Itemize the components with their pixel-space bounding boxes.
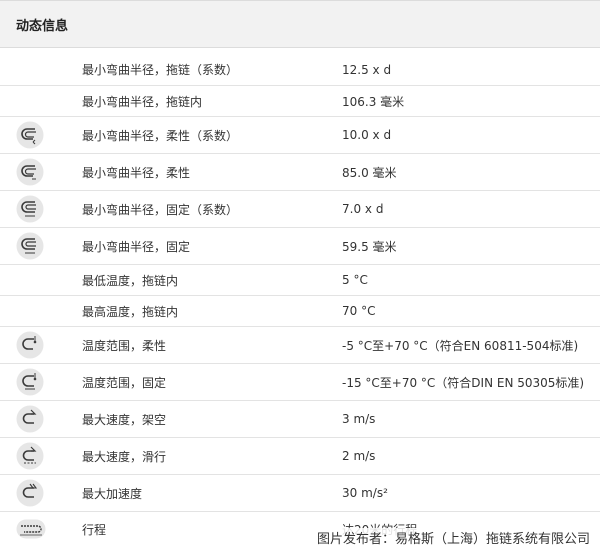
spec-label: 最小弯曲半径，固定 xyxy=(82,239,191,254)
spec-table: 最小弯曲半径，拖链（系数） 12.5 x d 最小弯曲半径，拖链内 106.3 … xyxy=(0,54,600,546)
temperature-flexible-icon xyxy=(16,331,44,359)
spec-row-min-bend-flexible: 最小弯曲半径，柔性 85.0 毫米 xyxy=(0,154,600,191)
dynamic-info-panel: 动态信息 最小弯曲半径，拖链（系数） 12.5 x d 最小弯曲半径，拖链内 1… xyxy=(0,0,600,553)
spec-label: 最小弯曲半径，柔性（系数） xyxy=(82,128,239,143)
spec-row-min-bend-flexible-factor: 最小弯曲半径，柔性（系数） 10.0 x d xyxy=(0,117,600,154)
spec-label: 最大速度，架空 xyxy=(82,412,167,427)
spec-row-min-bend-chain: 最小弯曲半径，拖链内 106.3 毫米 xyxy=(0,86,600,117)
spec-row-min-bend-fixed: 最小弯曲半径，固定 59.5 毫米 xyxy=(0,228,600,265)
section-title: 动态信息 xyxy=(16,18,69,34)
spec-row-max-temp-chain: 最高温度，拖链内 70 °C xyxy=(0,296,600,327)
speed-unsupported-icon xyxy=(16,405,44,433)
spec-label: 最小弯曲半径，拖链内 xyxy=(82,94,203,109)
spec-label: 最小弯曲半径，柔性 xyxy=(82,165,191,180)
publisher-watermark: 图片发布者：易格斯（上海）拖链系统有限公司 xyxy=(314,528,592,547)
spec-row-max-speed-unsupported: 最大速度，架空 3 m/s xyxy=(0,401,600,438)
spec-value: 7.0 x d xyxy=(342,202,384,216)
spec-row-max-acceleration: 最大加速度 30 m/s² xyxy=(0,475,600,512)
acceleration-icon xyxy=(16,479,44,507)
bend-radius-flexible-icon xyxy=(16,158,44,186)
speed-gliding-icon xyxy=(16,442,44,470)
spec-label: 最低温度，拖链内 xyxy=(82,273,179,288)
travel-distance-icon xyxy=(16,519,46,539)
spec-value: 2 m/s xyxy=(342,449,376,463)
spec-value: 5 °C xyxy=(342,273,368,287)
spec-row-min-temp-chain: 最低温度，拖链内 5 °C xyxy=(0,265,600,296)
spec-label: 最小弯曲半径，固定（系数） xyxy=(82,202,239,217)
spec-row-min-bend-fixed-factor: 最小弯曲半径，固定（系数） 7.0 x d xyxy=(0,191,600,228)
spec-value: 10.0 x d xyxy=(342,128,392,142)
spec-value: 70 °C xyxy=(342,304,376,318)
spec-label: 最小弯曲半径，拖链（系数） xyxy=(82,63,239,77)
spec-row-temp-range-flexible: 温度范围，柔性 -5 °C至+70 °C（符合EN 60811-504标准) xyxy=(0,327,600,364)
spec-label: 最高温度，拖链内 xyxy=(82,304,179,319)
spec-label: 最大加速度 xyxy=(82,486,143,501)
spec-value: 12.5 x d xyxy=(342,62,392,77)
spec-row-max-speed-gliding: 最大速度，滑行 2 m/s xyxy=(0,438,600,475)
spec-label: 最大速度，滑行 xyxy=(82,449,167,464)
bend-radius-fixed-icon xyxy=(16,232,44,260)
bend-radius-flexible-factor-icon xyxy=(16,121,44,149)
spec-row-temp-range-fixed: 温度范围，固定 -15 °C至+70 °C（符合DIN EN 50305标准) xyxy=(0,364,600,401)
spec-label: 温度范围，柔性 xyxy=(82,338,167,353)
spec-value: 3 m/s xyxy=(342,412,376,426)
spec-label: 温度范围，固定 xyxy=(82,375,167,390)
spec-value: 30 m/s² xyxy=(342,486,388,500)
spec-label: 行程 xyxy=(82,522,107,537)
spec-row-min-bend-chain-factor: 最小弯曲半径，拖链（系数） 12.5 x d xyxy=(0,54,600,86)
spec-value: 106.3 毫米 xyxy=(342,94,405,109)
temperature-fixed-icon xyxy=(16,368,44,396)
bend-radius-fixed-factor-icon xyxy=(16,195,44,223)
spec-value: 85.0 毫米 xyxy=(342,165,397,180)
spec-value: -5 °C至+70 °C（符合EN 60811-504标准) xyxy=(342,338,579,353)
section-header: 动态信息 xyxy=(0,0,600,48)
spec-value: -15 °C至+70 °C（符合DIN EN 50305标准) xyxy=(342,375,585,390)
spec-value: 59.5 毫米 xyxy=(342,239,397,254)
